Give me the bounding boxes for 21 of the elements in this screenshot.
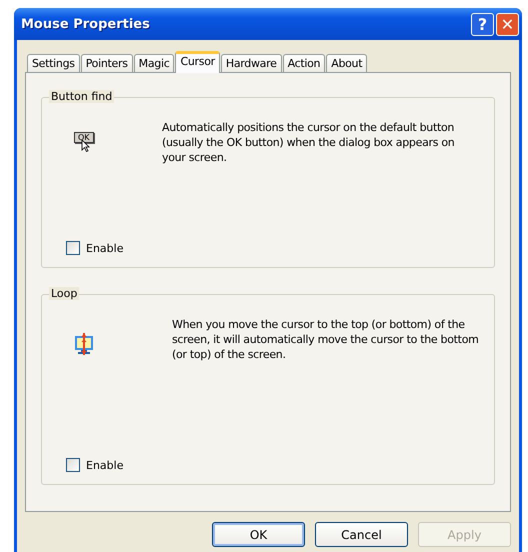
- tab[interactable]: Hardware: [220, 54, 282, 72]
- help-button[interactable]: ?: [471, 12, 494, 36]
- enable-checkbox[interactable]: [66, 241, 80, 255]
- tab[interactable]: Action: [282, 54, 326, 72]
- dialog-button[interactable]: Cancel: [315, 522, 408, 547]
- close-button[interactable]: ✕: [496, 12, 519, 36]
- tab[interactable]: Magic: [134, 54, 174, 72]
- dialog-button[interactable]: OK: [212, 522, 305, 547]
- tab[interactable]: Cursor: [175, 51, 220, 73]
- description-text: Automatically positions the cursor on the default button (usually the OK button) when the dialog box appears on your screen.: [162, 120, 456, 165]
- checkbox-label: Enable: [86, 242, 124, 254]
- monitor-arrows-icon: [74, 333, 94, 355]
- checkbox-label: Enable: [86, 458, 124, 472]
- tab[interactable]: Settings: [27, 54, 80, 72]
- group-title: Loop: [49, 287, 80, 300]
- tab[interactable]: Pointers: [80, 54, 133, 72]
- description-text: When you move the cursor to the top (or bottom) of the screen, it will automatically move the cursor to the bottom (or top) of the screen.: [172, 317, 480, 362]
- enable-checkbox[interactable]: [66, 458, 80, 472]
- window-title: Mouse Properties: [21, 16, 151, 32]
- group-title: Button find: [49, 90, 114, 103]
- tab[interactable]: About: [326, 54, 368, 72]
